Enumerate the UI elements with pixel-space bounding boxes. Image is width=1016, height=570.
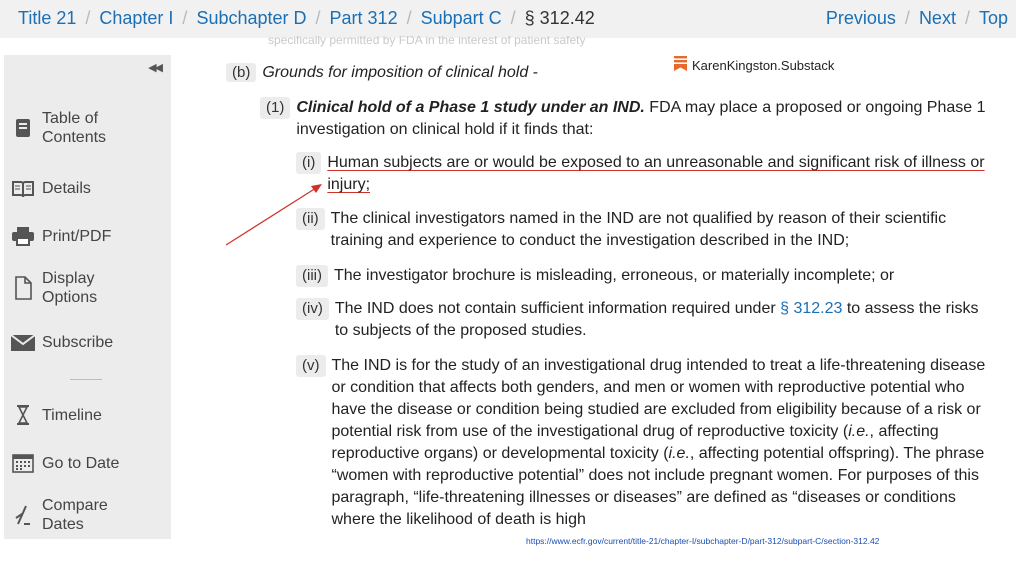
annotation-arrow	[225, 184, 322, 246]
substack-logo-icon	[674, 56, 687, 74]
source-url[interactable]: https://www.ecfr.gov/current/title-21/ch…	[526, 536, 879, 546]
substack-watermark: KarenKingston.Substack	[674, 56, 835, 74]
watermark-text: KarenKingston.Substack	[692, 57, 835, 73]
